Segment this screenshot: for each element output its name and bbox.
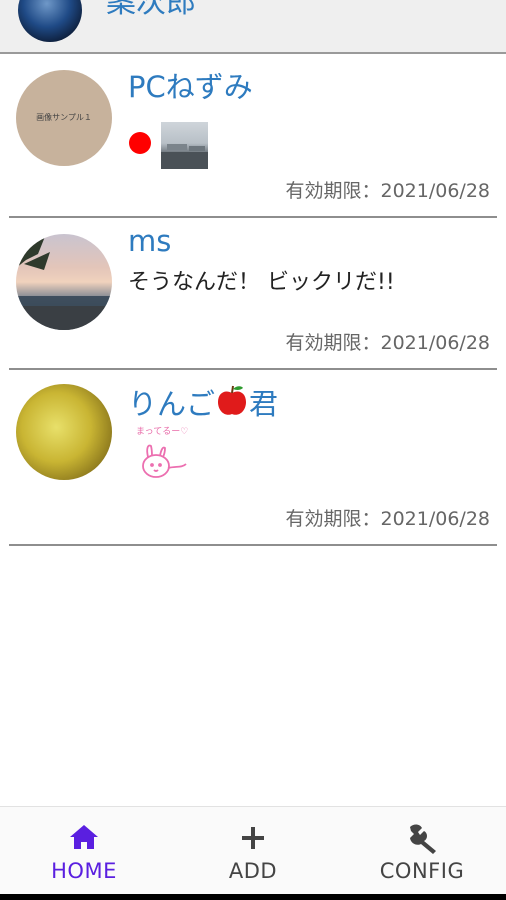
expiry-date: 有効期限：2021/06/28 bbox=[285, 332, 490, 354]
header-avatar[interactable] bbox=[18, 0, 82, 42]
post-name: りんご 君 bbox=[128, 384, 278, 419]
divider bbox=[9, 544, 497, 546]
post-name: ms bbox=[128, 224, 172, 258]
wrench-icon bbox=[410, 824, 436, 854]
bottom-tab-bar: HOME ADD CONFIG bbox=[0, 806, 506, 895]
post-list: 画像サンプル１ PCねずみ 有効期限：2021/06/28 ms そうなんだ！ … bbox=[0, 54, 506, 546]
home-icon bbox=[70, 825, 98, 849]
post-name-suffix: 君 bbox=[249, 387, 279, 421]
avatar[interactable] bbox=[16, 384, 112, 480]
list-item[interactable]: ms そうなんだ！ ビックリだ!! 有効期限：2021/06/28 bbox=[0, 218, 506, 370]
avatar-scene bbox=[16, 234, 112, 330]
avatar[interactable] bbox=[16, 234, 112, 330]
header: 案次郎 bbox=[0, 0, 506, 54]
photo-scene bbox=[161, 144, 208, 169]
post-name-text: りんご bbox=[128, 387, 216, 421]
expiry-date: 有効期限：2021/06/28 bbox=[285, 508, 490, 530]
tab-label: CONFIG bbox=[379, 859, 465, 883]
apple-icon bbox=[215, 384, 249, 416]
avatar[interactable]: 画像サンプル１ bbox=[16, 70, 112, 166]
list-item[interactable]: 画像サンプル１ PCねずみ 有効期限：2021/06/28 bbox=[0, 54, 506, 218]
photo-thumbnail[interactable] bbox=[161, 122, 208, 169]
bunny-sticker-icon bbox=[142, 444, 187, 478]
system-bar bbox=[0, 894, 506, 900]
list-item[interactable]: りんご 君 まってるー♡ 有効期限：2021/06/28 bbox=[0, 370, 506, 546]
expiry-date: 有効期限：2021/06/28 bbox=[285, 180, 490, 202]
tab-label: HOME bbox=[51, 859, 117, 883]
tab-config[interactable]: CONFIG bbox=[338, 807, 506, 895]
sticker[interactable]: まってるー♡ bbox=[134, 424, 196, 486]
tab-add[interactable]: ADD bbox=[169, 807, 337, 895]
post-message: そうなんだ！ ビックリだ!! bbox=[128, 270, 395, 295]
avatar-caption: 画像サンプル１ bbox=[36, 113, 92, 122]
tab-label: ADD bbox=[228, 859, 278, 883]
plus-icon bbox=[242, 827, 264, 849]
tab-home[interactable]: HOME bbox=[0, 807, 168, 895]
post-name: PCねずみ bbox=[128, 70, 253, 104]
header-title: 案次郎 bbox=[106, 0, 196, 20]
red-dot-icon bbox=[129, 132, 151, 154]
